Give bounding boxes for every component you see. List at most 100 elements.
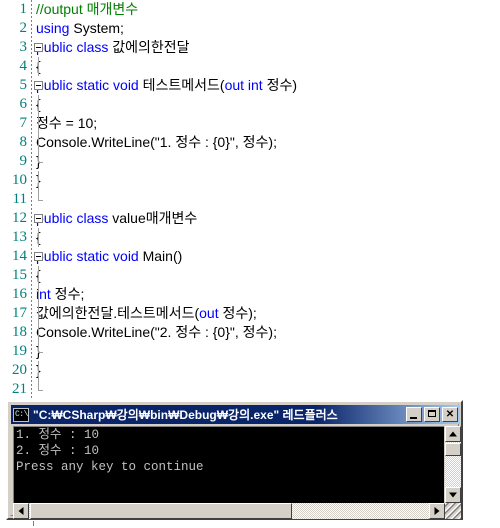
console-output-line: 1. 정수 : 10 xyxy=(16,428,100,442)
fold-toggle-icon[interactable] xyxy=(34,81,43,90)
fold-end-marker xyxy=(38,200,43,201)
maximize-button[interactable] xyxy=(424,407,440,422)
code-token: public class xyxy=(36,39,109,55)
code-line[interactable]: 5 public static void 테스트메서드(out int 정수) xyxy=(0,76,500,95)
fold-end-marker xyxy=(38,162,43,163)
code-token: 정수); xyxy=(218,305,257,321)
code-line[interactable]: 20} xyxy=(0,361,500,380)
line-number: 20 xyxy=(12,362,27,378)
line-number: 10 xyxy=(12,172,27,188)
code-line[interactable]: 17 값에의한전달.테스트메서드(out 정수); xyxy=(0,304,500,323)
line-number: 9 xyxy=(19,153,28,169)
code-line[interactable]: 19 } xyxy=(0,342,500,361)
scroll-right-button[interactable] xyxy=(429,503,445,519)
console-window[interactable]: "C:₩CSharp₩강의₩bin₩Debug₩강의.exe" 레드플러스 ✕ … xyxy=(6,400,463,520)
line-number: 8 xyxy=(19,134,28,150)
console-titlebar[interactable]: "C:₩CSharp₩강의₩bin₩Debug₩강의.exe" 레드플러스 ✕ xyxy=(11,405,460,424)
line-number: 19 xyxy=(12,343,27,359)
arrow-down-icon xyxy=(449,492,457,498)
code-line-text: Console.WriteLine("1. 정수 : {0}", 정수); xyxy=(36,133,277,152)
scroll-down-button[interactable] xyxy=(445,487,461,503)
code-token: public class xyxy=(36,210,109,226)
console-vertical-scrollbar[interactable] xyxy=(445,426,461,503)
line-number: 17 xyxy=(12,305,27,321)
code-line[interactable]: 12 public class value매개변수 xyxy=(0,209,500,228)
code-line[interactable]: 6 { xyxy=(0,95,500,114)
line-number: 5 xyxy=(19,77,28,93)
code-line[interactable]: 3 public class 값에의한전달 xyxy=(0,38,500,57)
fold-toggle-icon[interactable] xyxy=(34,214,43,223)
line-number: 7 xyxy=(19,115,28,131)
scroll-up-button[interactable] xyxy=(445,426,461,442)
fold-guide-line xyxy=(38,304,39,323)
code-token: 정수 = 10; xyxy=(36,115,98,131)
code-line-text: //output 매개변수 xyxy=(36,0,138,19)
arrow-up-icon xyxy=(449,431,457,437)
line-number: 13 xyxy=(12,229,27,245)
arrow-left-icon xyxy=(18,507,24,515)
code-line[interactable]: 4{ xyxy=(0,57,500,76)
console-window-icon xyxy=(13,407,29,422)
code-token: Console.WriteLine("2. 정수 : {0}", 정수); xyxy=(36,324,277,340)
code-line[interactable]: 2 using System; xyxy=(0,19,500,38)
line-number: 4 xyxy=(19,58,28,74)
fold-end-marker xyxy=(38,390,43,391)
code-line-text: public class 값에의한전달 xyxy=(36,38,190,57)
fold-guide-line xyxy=(38,228,39,247)
fold-toggle-icon[interactable] xyxy=(34,43,43,52)
fold-guide-line xyxy=(38,114,39,133)
fold-guide-line xyxy=(38,171,39,190)
arrow-right-icon xyxy=(434,507,440,515)
scroll-left-button[interactable] xyxy=(13,503,29,519)
code-line[interactable]: 15 { xyxy=(0,266,500,285)
line-number: 12 xyxy=(12,210,27,226)
code-line-text: public static void 테스트메서드(out int 정수) xyxy=(36,76,297,95)
line-number: 15 xyxy=(12,267,27,283)
line-number: 18 xyxy=(12,324,27,340)
line-number: 14 xyxy=(12,248,27,264)
line-number: 6 xyxy=(19,96,28,112)
code-token: out xyxy=(199,305,219,321)
close-button[interactable]: ✕ xyxy=(442,407,458,422)
fold-guide-line xyxy=(38,323,39,342)
code-token: 정수; xyxy=(50,286,85,302)
code-line[interactable]: 7 정수 = 10; xyxy=(0,114,500,133)
code-token: out int xyxy=(224,77,263,93)
console-title-text: "C:₩CSharp₩강의₩bin₩Debug₩강의.exe" 레드플러스 xyxy=(33,408,338,422)
console-output-surface[interactable]: 1. 정수 : 10 2. 정수 : 10 Press any key to con… xyxy=(13,426,444,503)
code-editor[interactable]: 1 //output 매개변수 2 using System; 3 public clas… xyxy=(0,0,500,398)
code-lines-container[interactable]: 1 //output 매개변수 2 using System; 3 public clas… xyxy=(0,0,500,399)
code-line[interactable]: 8 Console.WriteLine("1. 정수 : {0}", 정수); xyxy=(0,133,500,152)
code-line[interactable]: 14 public static void Main() xyxy=(0,247,500,266)
code-line-text: public static void Main() xyxy=(36,247,182,266)
horizontal-scroll-thumb[interactable] xyxy=(30,503,292,519)
code-line[interactable]: 21 xyxy=(0,380,500,399)
fold-end-marker xyxy=(38,352,43,353)
line-number: 1 xyxy=(19,1,28,17)
code-line[interactable]: 9 } xyxy=(0,152,500,171)
resize-grip[interactable] xyxy=(445,503,461,519)
fold-toggle-icon[interactable] xyxy=(34,252,43,261)
code-line[interactable]: 18 Console.WriteLine("2. 정수 : {0}", 정수); xyxy=(0,323,500,342)
code-line[interactable]: 1 //output 매개변수 xyxy=(0,0,500,19)
line-number: 11 xyxy=(12,191,27,207)
code-line-text: 값에의한전달.테스트메서드(out 정수); xyxy=(36,304,257,323)
console-output-lines: 1. 정수 : 10 2. 정수 : 10 Press any key to con… xyxy=(14,427,444,475)
code-token: 값에의한전달 xyxy=(108,39,190,55)
console-horizontal-scrollbar[interactable] xyxy=(13,503,445,519)
vertical-scroll-thumb[interactable] xyxy=(445,443,461,456)
fold-guide-line xyxy=(38,380,39,390)
code-line-text: int 정수; xyxy=(36,285,84,304)
fold-guide-line xyxy=(38,57,39,76)
fold-guide-line xyxy=(38,133,39,152)
code-line[interactable]: 13{ xyxy=(0,228,500,247)
line-number: 16 xyxy=(12,286,27,302)
code-line-text: Console.WriteLine("2. 정수 : {0}", 정수); xyxy=(36,323,277,342)
minimize-button[interactable] xyxy=(406,407,422,422)
gutter-tick-mark xyxy=(33,521,34,526)
code-line[interactable]: 10} xyxy=(0,171,500,190)
code-line[interactable]: 16 int 정수; xyxy=(0,285,500,304)
code-line[interactable]: 11 xyxy=(0,190,500,209)
fold-guide-line xyxy=(38,266,39,285)
code-token: System; xyxy=(69,20,124,36)
